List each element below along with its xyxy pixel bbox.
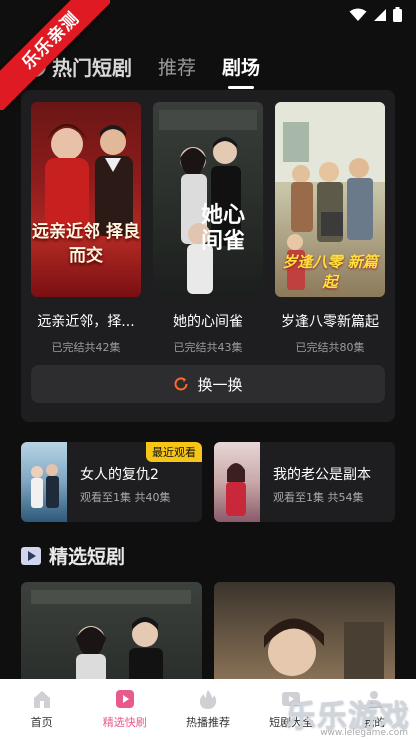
poster-episode-info: 已完结共43集 bbox=[173, 341, 243, 354]
poster-episode-info: 已完结共80集 bbox=[295, 341, 365, 354]
theater-panel: 远亲近邻 择良而交 远亲近邻，择... 已完结共42集 她心间雀 她的心间雀 已… bbox=[21, 90, 395, 422]
poster-image[interactable]: 远亲近邻 择良而交 bbox=[31, 102, 141, 297]
thumbnail-illustration bbox=[226, 463, 246, 516]
nav-home-label: 首页 bbox=[30, 716, 53, 729]
signal-icon bbox=[374, 8, 386, 21]
poster-image[interactable]: 她心间雀 bbox=[153, 102, 263, 297]
poster-art-text: 岁逢八零 新篇起 bbox=[282, 253, 378, 291]
poster-card[interactable]: 岁逢八零 新篇起 岁逢八零新篇起 已完结共80集 bbox=[275, 102, 385, 355]
section-title: 精选短剧 bbox=[49, 546, 126, 568]
poster-art-text: 她心间雀 bbox=[200, 202, 245, 254]
poster-illustration bbox=[159, 110, 257, 294]
watermark-url: www.lelegame.com bbox=[320, 728, 408, 738]
recent-badge: 最近观看 bbox=[146, 442, 202, 462]
wifi-icon bbox=[349, 8, 367, 21]
nav-featured-quick-label: 精选快刷 bbox=[102, 716, 147, 729]
nav-home[interactable]: 首页 bbox=[0, 679, 83, 739]
poster-list: 远亲近邻 择良而交 远亲近邻，择... 已完结共42集 她心间雀 她的心间雀 已… bbox=[31, 102, 385, 355]
featured-illustration bbox=[31, 590, 191, 682]
recent-thumbnail bbox=[214, 442, 260, 522]
fire-icon bbox=[199, 690, 217, 709]
thumbnail-illustration bbox=[31, 464, 59, 508]
poster-card[interactable]: 她心间雀 她的心间雀 已完结共43集 bbox=[153, 102, 263, 355]
home-icon bbox=[33, 691, 50, 708]
recent-title: 女人的复仇2 bbox=[80, 467, 159, 483]
poster-title: 她的心间雀 bbox=[173, 314, 243, 330]
recent-card[interactable]: 我的老公是副本 观看至1集 共54集 bbox=[214, 442, 395, 522]
poster-title: 远亲近邻，择... bbox=[37, 314, 135, 330]
poster-title: 岁逢八零新篇起 bbox=[281, 314, 379, 330]
nav-hot-label: 热播推荐 bbox=[185, 716, 230, 729]
status-icons bbox=[349, 7, 402, 22]
recent-progress: 观看至1集 共40集 bbox=[80, 491, 171, 504]
play-square-icon bbox=[21, 546, 41, 565]
poster-art-text: 远亲近邻 择良而交 bbox=[32, 222, 140, 266]
featured-list bbox=[21, 582, 416, 682]
refresh-icon bbox=[175, 377, 188, 391]
recent-thumbnail bbox=[21, 442, 67, 522]
tab-recommend[interactable]: 推荐 bbox=[158, 53, 196, 80]
recent-title: 我的老公是副本 bbox=[273, 467, 371, 483]
nav-featured-quick[interactable]: 精选快刷 bbox=[83, 679, 166, 739]
refresh-button[interactable]: 换一换 bbox=[31, 365, 385, 403]
section-header: 精选短剧 bbox=[21, 542, 125, 569]
tab-theater[interactable]: 剧场 bbox=[222, 53, 260, 89]
poster-image[interactable]: 岁逢八零 新篇起 bbox=[275, 102, 385, 297]
recent-card[interactable]: 女人的复仇2 观看至1集 共40集 最近观看 bbox=[21, 442, 202, 522]
ribbon-text: 乐乐亲测 bbox=[0, 0, 110, 110]
featured-card[interactable] bbox=[214, 582, 395, 682]
refresh-label: 换一换 bbox=[197, 375, 243, 394]
featured-illustration bbox=[264, 618, 384, 682]
poster-card[interactable]: 远亲近邻 择良而交 远亲近邻，择... 已完结共42集 bbox=[31, 102, 141, 355]
corner-ribbon: 乐乐亲测 bbox=[0, 0, 110, 110]
featured-card[interactable] bbox=[21, 582, 202, 682]
poster-episode-info: 已完结共42集 bbox=[51, 341, 121, 354]
recent-watched-list: 女人的复仇2 观看至1集 共40集 最近观看 我的老公是副本 观看至1集 共54… bbox=[21, 442, 395, 522]
nav-hot[interactable]: 热播推荐 bbox=[166, 679, 249, 739]
recent-progress: 观看至1集 共54集 bbox=[273, 491, 364, 504]
battery-icon bbox=[393, 7, 402, 22]
play-icon bbox=[115, 690, 134, 708]
